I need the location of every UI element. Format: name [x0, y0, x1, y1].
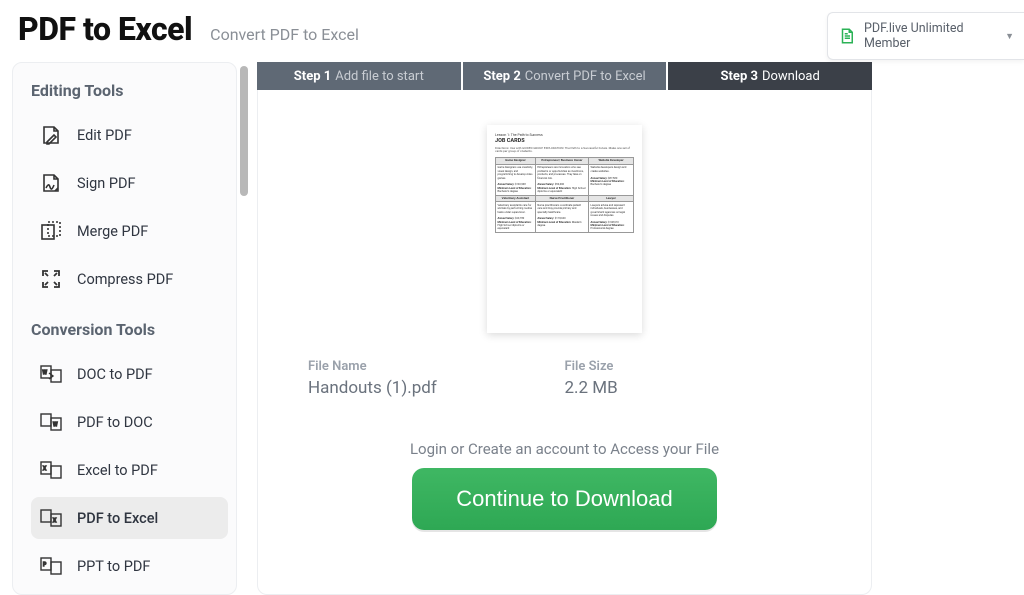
- file-size-col: File Size 2.2 MB: [565, 359, 822, 398]
- chevron-down-icon: ▼: [1005, 31, 1014, 42]
- sidebar-item-sign-pdf[interactable]: Sign PDF: [31, 162, 228, 204]
- preview-th: Nurse Practitioner: [535, 195, 588, 202]
- preview-td: Website developers design and create web…: [589, 164, 634, 195]
- preview-td: Game Designers use creativity, visual de…: [496, 164, 536, 195]
- sidebar-item-doc-to-pdf[interactable]: W DOC to PDF: [31, 353, 228, 395]
- preview-lesson: Lesson 1: The Path to Success: [495, 133, 634, 137]
- step-3-bold: Step 3: [721, 69, 758, 84]
- sidebar-item-ppt-to-pdf[interactable]: P PPT to PDF: [31, 545, 228, 587]
- main-content: Step 1 Add file to start Step 2 Convert …: [257, 62, 1024, 595]
- sign-icon: [39, 171, 63, 195]
- preview-table: Game Designer Entrepreneur/ Business Own…: [495, 157, 634, 233]
- svg-text:W: W: [43, 370, 48, 376]
- document-icon: [838, 27, 856, 45]
- sidebar-item-label: Excel to PDF: [77, 462, 158, 479]
- preview-th: Entrepreneur/ Business Owner: [535, 158, 588, 165]
- member-dropdown[interactable]: PDF.live Unlimited Member ▼: [827, 12, 1024, 60]
- sidebar-item-excel-to-pdf[interactable]: X Excel to PDF: [31, 449, 228, 491]
- preview-th: Website Developer: [589, 158, 634, 165]
- preview-th: Veterinary Assistant: [496, 195, 536, 202]
- step-3-label: Download: [762, 69, 820, 84]
- svg-text:W: W: [53, 422, 58, 428]
- merge-icon: [39, 219, 63, 243]
- preview-directions: Directions: Use with GUIDED GROUP EXPLOR…: [495, 147, 634, 154]
- editing-tools-heading: Editing Tools: [31, 81, 228, 100]
- step-1-bold: Step 1: [294, 69, 331, 84]
- preview-th: Game Designer: [496, 158, 536, 165]
- document-preview: Lesson 1: The Path to Success JOB CARDS …: [487, 125, 642, 333]
- login-prompt: Login or Create an account to Access you…: [410, 440, 719, 458]
- sidebar-item-compress-pdf[interactable]: Compress PDF: [31, 258, 228, 300]
- step-1[interactable]: Step 1 Add file to start: [257, 62, 461, 90]
- preview-heading: JOB CARDS: [495, 138, 634, 145]
- edit-icon: [39, 123, 63, 147]
- continue-download-button[interactable]: Continue to Download: [412, 468, 716, 530]
- file-name-label: File Name: [308, 359, 565, 374]
- file-name-value: Handouts (1).pdf: [308, 378, 565, 398]
- file-name-col: File Name Handouts (1).pdf: [308, 359, 565, 398]
- preview-td: Veterinary assistants care for animals b…: [496, 202, 536, 233]
- step-bar: Step 1 Add file to start Step 2 Convert …: [257, 62, 872, 90]
- step-2-bold: Step 2: [483, 69, 520, 84]
- step-3[interactable]: Step 3 Download: [666, 62, 872, 90]
- doc-to-pdf-icon: W: [39, 362, 63, 386]
- pdf-to-excel-icon: X: [39, 506, 63, 530]
- content-area: Lesson 1: The Path to Success JOB CARDS …: [257, 90, 872, 595]
- step-1-label: Add file to start: [335, 69, 424, 84]
- member-label: PDF.live Unlimited Member: [864, 21, 1001, 51]
- sidebar-item-label: PDF to DOC: [77, 414, 153, 431]
- ppt-to-pdf-icon: P: [39, 554, 63, 578]
- file-size-value: 2.2 MB: [565, 378, 822, 398]
- sidebar-item-merge-pdf[interactable]: Merge PDF: [31, 210, 228, 252]
- preview-td: Lawyers advise and represent individuals…: [589, 202, 634, 233]
- sidebar-item-label: Edit PDF: [77, 127, 132, 144]
- sidebar: Editing Tools Edit PDF Sign PDF Merge PD…: [12, 62, 237, 595]
- page-title: PDF to Excel: [18, 10, 192, 48]
- sidebar-item-pdf-to-excel[interactable]: X PDF to Excel: [31, 497, 228, 539]
- preview-td: Nurse practitioners coordinate patient c…: [535, 202, 588, 233]
- sidebar-item-label: DOC to PDF: [77, 366, 153, 383]
- conversion-tools-heading: Conversion Tools: [31, 320, 228, 339]
- svg-text:X: X: [53, 518, 57, 524]
- sidebar-item-label: Compress PDF: [77, 271, 173, 288]
- step-2[interactable]: Step 2 Convert PDF to Excel: [461, 62, 667, 90]
- pdf-to-doc-icon: W: [39, 410, 63, 434]
- sidebar-item-label: Merge PDF: [77, 223, 148, 240]
- sidebar-item-label: Sign PDF: [77, 175, 136, 192]
- preview-th: Lawyer: [589, 195, 634, 202]
- sidebar-item-edit-pdf[interactable]: Edit PDF: [31, 114, 228, 156]
- preview-td: Entrepreneurs are innovators who see pro…: [535, 164, 588, 195]
- file-size-label: File Size: [565, 359, 822, 374]
- scrollbar-thumb[interactable]: [240, 66, 248, 196]
- excel-to-pdf-icon: X: [39, 458, 63, 482]
- file-info-row: File Name Handouts (1).pdf File Size 2.2…: [258, 359, 871, 398]
- sidebar-item-label: PDF to Excel: [77, 510, 158, 527]
- compress-icon: [39, 267, 63, 291]
- svg-text:X: X: [43, 466, 46, 472]
- page-subtitle: Convert PDF to Excel: [210, 25, 359, 44]
- step-2-label: Convert PDF to Excel: [525, 69, 646, 84]
- sidebar-item-label: PPT to PDF: [77, 558, 150, 575]
- sidebar-item-pdf-to-doc[interactable]: W PDF to DOC: [31, 401, 228, 443]
- svg-text:P: P: [43, 562, 46, 568]
